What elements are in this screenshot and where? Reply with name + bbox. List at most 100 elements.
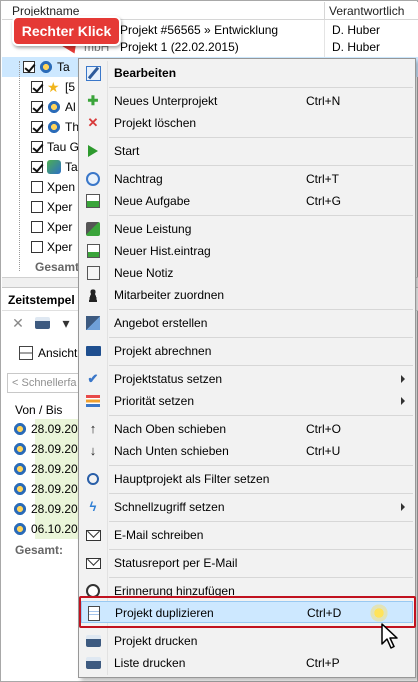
checkbox[interactable] — [31, 121, 43, 133]
checkbox[interactable] — [31, 101, 43, 113]
submenu-arrow-icon — [401, 397, 405, 405]
menu-separator — [109, 337, 413, 338]
delete-icon[interactable]: ✕ — [10, 315, 26, 331]
view-button[interactable]: Ansicht — [19, 346, 77, 360]
gear-project-icon — [39, 60, 53, 74]
tree-item[interactable]: Xper — [31, 217, 72, 237]
menu-item-mitarbeiter-zuordnen[interactable]: Mitarbeiter zuordnen — [81, 284, 413, 306]
menu-item-label: Hauptprojekt als Filter setzen — [114, 472, 270, 486]
menu-item-neuer-hist-eintrag[interactable]: Neuer Hist.eintrag — [81, 240, 413, 262]
tree-item[interactable]: Xpen — [31, 177, 75, 197]
checkbox[interactable] — [31, 221, 43, 233]
menu-item-shortcut: Ctrl+T — [306, 172, 339, 186]
menu-item-projektstatus-setzen[interactable]: ✔ Projektstatus setzen — [81, 368, 413, 390]
submenu-arrow-icon — [401, 503, 405, 511]
tree-item-label: Ta — [65, 160, 78, 174]
checkbox[interactable] — [31, 201, 43, 213]
menu-item-label: Neue Aufgabe — [114, 194, 191, 208]
menu-item-start[interactable]: Start — [81, 140, 413, 162]
tree-item[interactable]: Tau G — [31, 137, 79, 157]
tree-guide-line — [19, 61, 20, 271]
history-icon — [85, 243, 101, 259]
menu-item-neue-notiz[interactable]: Neue Notiz — [81, 262, 413, 284]
menu-item-statusreport-email[interactable]: Statusreport per E-Mail — [81, 552, 413, 574]
tree-item-label: Xper — [47, 240, 73, 254]
table-row[interactable]: 28.09.20 — [13, 459, 95, 479]
menu-item-label: Projekt löschen — [114, 116, 197, 130]
table-row[interactable]: 28.09.20 — [13, 439, 95, 459]
checkbox[interactable] — [31, 241, 43, 253]
gear-project-icon — [47, 120, 61, 134]
tree-item[interactable]: Xper — [31, 197, 72, 217]
table-row[interactable]: 28.09.20 — [13, 419, 95, 439]
menu-item-hauptprojekt-filter[interactable]: Hauptprojekt als Filter setzen — [81, 468, 413, 490]
menu-item-label: Projekt drucken — [114, 634, 198, 648]
menu-item-prioritaet-setzen[interactable]: Priorität setzen — [81, 390, 413, 412]
checkbox[interactable] — [31, 181, 43, 193]
menu-item-neue-leistung[interactable]: Neue Leistung — [81, 218, 413, 240]
checkbox[interactable] — [31, 161, 43, 173]
menu-item-label: Statusreport per E-Mail — [114, 556, 238, 570]
menu-item-nachtrag[interactable]: Nachtrag Ctrl+T — [81, 168, 413, 190]
gear-project-icon — [13, 502, 27, 516]
gear-project-icon — [13, 522, 27, 536]
menu-item-label: Nachtrag — [114, 172, 163, 186]
menu-separator — [109, 215, 413, 216]
tree-item[interactable]: Ta — [23, 57, 70, 77]
table-row[interactable]: 06.10.20 — [13, 519, 95, 539]
menu-separator — [109, 415, 413, 416]
menu-item-angebot-erstellen[interactable]: Angebot erstellen — [81, 312, 413, 334]
print-icon[interactable] — [34, 315, 50, 331]
menu-item-label: Mitarbeiter zuordnen — [114, 288, 225, 302]
menu-separator — [109, 521, 413, 522]
checkbox[interactable] — [23, 61, 35, 73]
tree-item[interactable]: Xper — [31, 237, 72, 257]
quick-entry-input[interactable]: < Schnellerfa — [7, 373, 81, 393]
grid-total-label: Gesamt — [35, 260, 80, 274]
menu-item-neue-aufgabe[interactable]: Neue Aufgabe Ctrl+G — [81, 190, 413, 212]
tree-item[interactable]: ★ [5 — [31, 77, 75, 97]
date-cell: 28.09.20 — [31, 462, 78, 476]
menu-separator — [109, 87, 413, 88]
date-cell: 06.10.20 — [31, 522, 78, 536]
arrow-down-icon: ↓ — [89, 443, 97, 458]
menu-item-shortcut: Ctrl+U — [306, 444, 341, 458]
table-icon — [19, 346, 33, 360]
delete-icon: ✕ — [87, 115, 99, 130]
dropdown-arrow-icon[interactable]: ▾ — [58, 315, 74, 331]
tree-item-label: Xper — [47, 220, 73, 234]
mail-icon — [85, 527, 101, 543]
table-row[interactable]: 28.09.20 — [13, 499, 95, 519]
mouse-pointer-icon — [381, 623, 398, 649]
menu-item-shortcut: Ctrl+N — [306, 94, 341, 108]
timestamp-toolbar: ✕ ▾ — [2, 311, 82, 335]
column-header-from-to[interactable]: Von / Bis — [15, 403, 62, 417]
menu-item-schnellzugriff-setzen[interactable]: ϟ Schnellzugriff setzen — [81, 496, 413, 518]
lightning-icon: ϟ — [89, 499, 97, 514]
tree-item[interactable]: Th — [31, 117, 79, 137]
date-cell: 28.09.20 — [31, 422, 78, 436]
menu-item-nach-unten-schieben[interactable]: ↓ Nach Unten schieben Ctrl+U — [81, 440, 413, 462]
column-header-owner[interactable]: Verantwortlich — [329, 4, 404, 18]
menu-item-projekt-loeschen[interactable]: ✕ Projekt löschen — [81, 112, 413, 134]
checkbox[interactable] — [31, 141, 43, 153]
table-row[interactable]: 28.09.20 — [13, 479, 95, 499]
menu-item-nach-oben-schieben[interactable]: ↑ Nach Oben schieben Ctrl+O — [81, 418, 413, 440]
print-list-icon — [85, 655, 101, 671]
tree-item[interactable]: Ta — [31, 157, 78, 177]
timestamp-total-label: Gesamt: — [15, 543, 64, 557]
offer-icon — [85, 315, 101, 331]
menu-item-liste-drucken[interactable]: Liste drucken Ctrl+P — [81, 652, 413, 674]
tree-item-label: [5 — [65, 80, 76, 94]
menu-item-neues-unterprojekt[interactable]: ✚ Neues Unterprojekt Ctrl+N — [81, 90, 413, 112]
date-cell: 28.09.20 — [31, 502, 78, 516]
menu-item-bearbeiten[interactable]: Bearbeiten — [81, 62, 413, 84]
menu-item-projekt-drucken[interactable]: Projekt drucken — [81, 630, 413, 652]
tree-item[interactable]: Al — [31, 97, 76, 117]
gear-project-icon — [13, 422, 27, 436]
click-effect-icon — [368, 602, 390, 624]
menu-item-email-schreiben[interactable]: E-Mail schreiben — [81, 524, 413, 546]
menu-item-projekt-abrechnen[interactable]: Projekt abrechnen — [81, 340, 413, 362]
column-divider[interactable] — [324, 2, 325, 20]
checkbox[interactable] — [31, 81, 43, 93]
